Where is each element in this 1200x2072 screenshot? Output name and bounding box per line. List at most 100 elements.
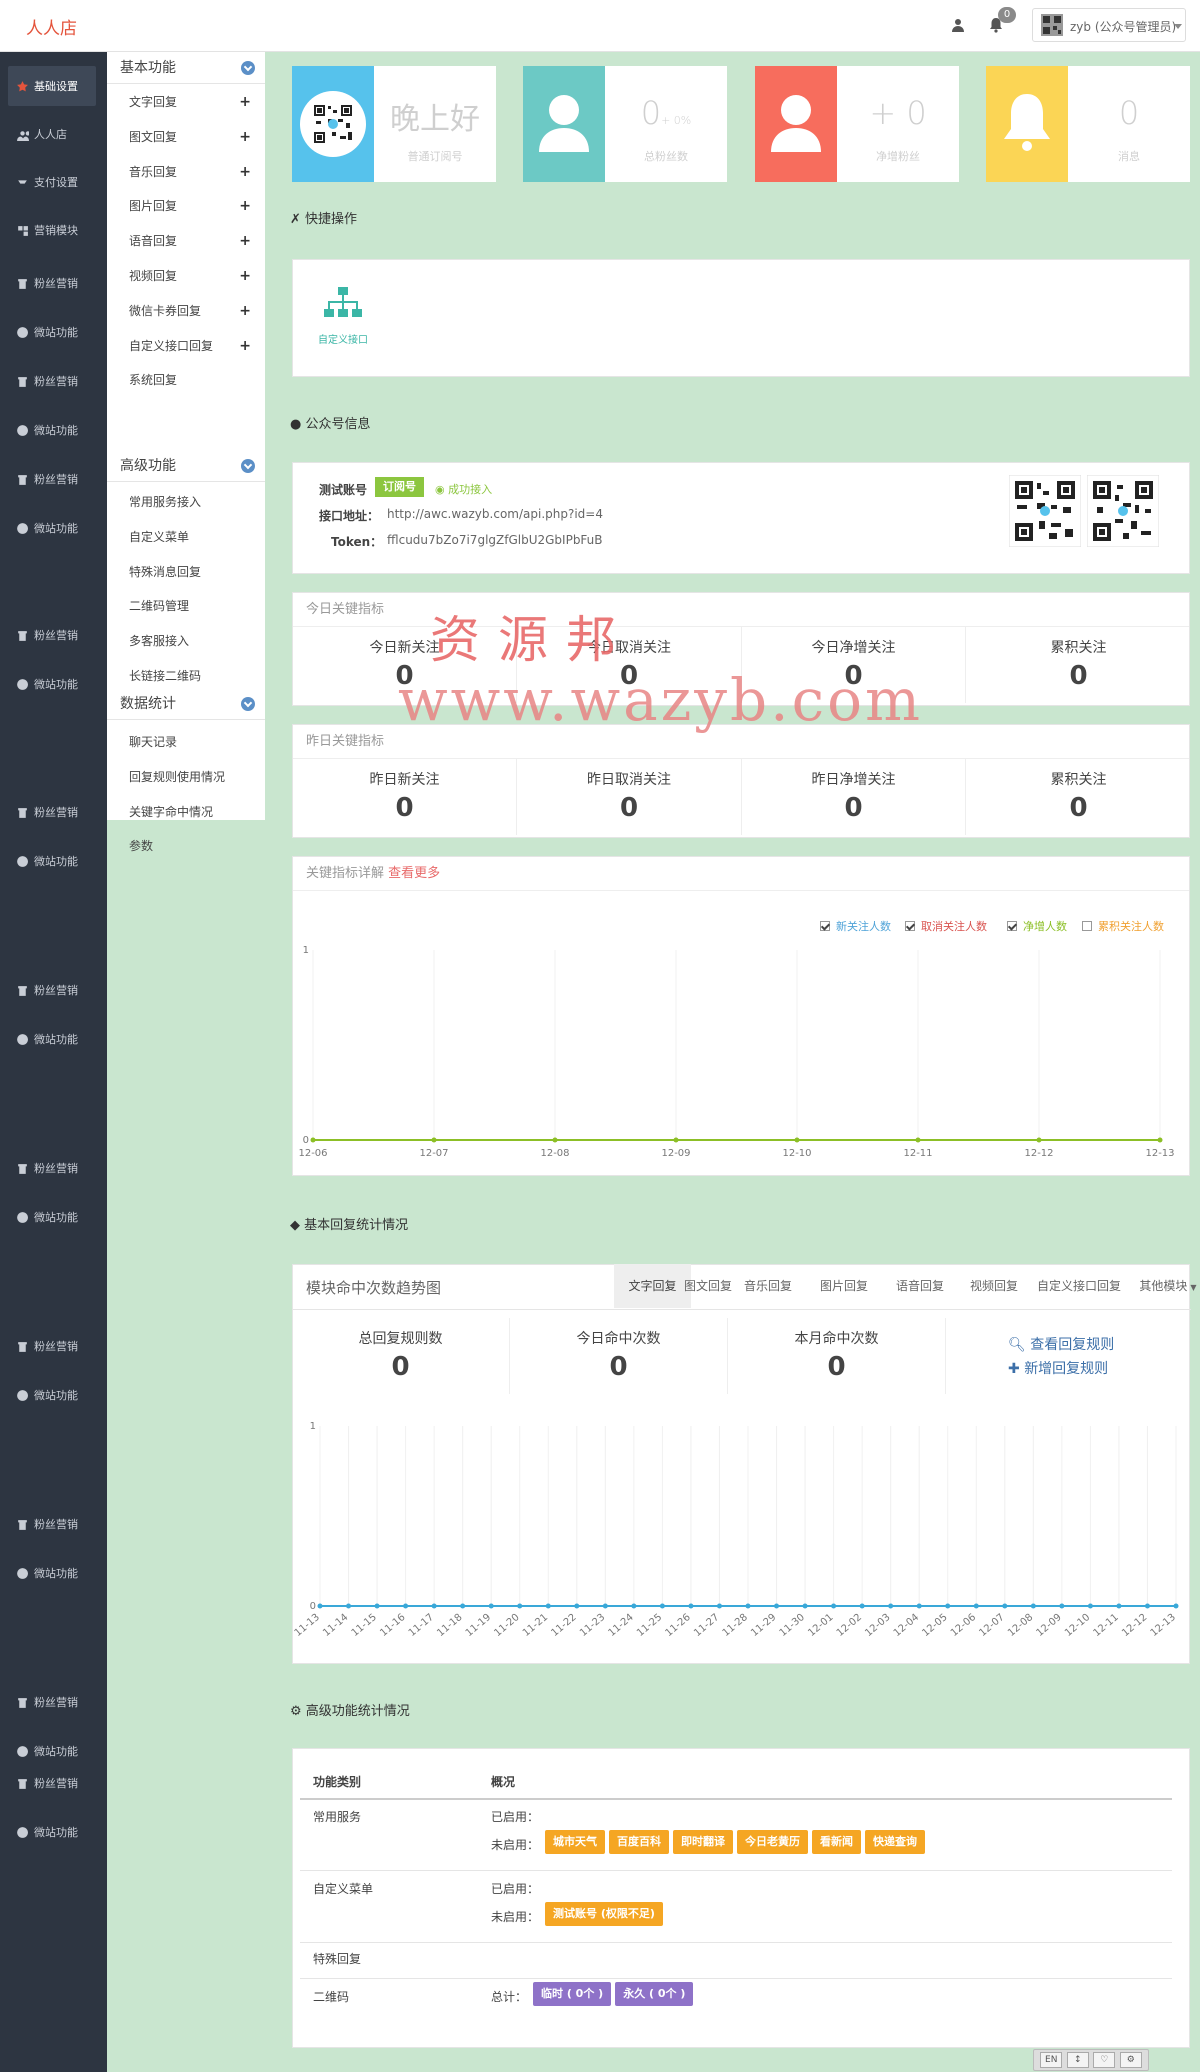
sidebar-item-15[interactable]: 微站功能 (8, 1019, 96, 1059)
sidebar-item-11[interactable]: 微站功能 (8, 664, 96, 704)
plus-icon[interactable]: + (239, 336, 251, 356)
sidebar-item-16[interactable]: 粉丝营销 (8, 1148, 96, 1188)
legend-item[interactable]: 净增人数 (1007, 918, 1067, 934)
sidebar-item-8[interactable]: 粉丝营销 (8, 459, 96, 499)
service-tag[interactable]: 城市天气 (545, 1830, 605, 1854)
sidebar-item-14[interactable]: 粉丝营销 (8, 970, 96, 1010)
sidebar-item-0[interactable]: 基础设置 (8, 66, 96, 106)
data-point (1087, 1603, 1093, 1609)
sidebar-item-6[interactable]: 粉丝营销 (8, 361, 96, 401)
sidebar-item-13[interactable]: 微站功能 (8, 841, 96, 881)
reply-tab[interactable]: 图片回复 (813, 1264, 875, 1308)
plus-icon[interactable]: + (239, 231, 251, 251)
sidebar-item-10[interactable]: 粉丝营销 (8, 615, 96, 655)
submenu-item[interactable]: 自定义菜单 (129, 527, 259, 547)
plus-icon[interactable]: + (239, 162, 251, 182)
submenu-item[interactable]: 文字回复 + (129, 92, 259, 112)
legend-checkbox[interactable] (820, 921, 830, 931)
plus-icon[interactable]: + (239, 301, 251, 321)
service-tag[interactable]: 测试账号 (权限不足) (545, 1902, 663, 1926)
submenu-item[interactable]: 微信卡券回复 + (129, 301, 259, 321)
kpi-value: 0 (1069, 661, 1088, 691)
sidebar-item-25[interactable]: 微站功能 (8, 1812, 96, 1852)
plus-icon[interactable]: + (239, 127, 251, 147)
qr-code-icon[interactable] (1087, 475, 1159, 547)
plus-icon[interactable]: + (239, 92, 251, 112)
sidebar-item-7[interactable]: 微站功能 (8, 410, 96, 450)
sidebar-item-18[interactable]: 粉丝营销 (8, 1326, 96, 1366)
plus-icon[interactable]: + (239, 196, 251, 216)
sidebar-item-9[interactable]: 微站功能 (8, 508, 96, 548)
legend-checkbox[interactable] (1007, 921, 1017, 931)
view-more-link[interactable]: 查看更多 (388, 866, 440, 881)
qr-count-tag[interactable]: 永久 ( 0个 ) (615, 1982, 694, 2006)
submenu-item[interactable]: 回复规则使用情况 (129, 767, 259, 787)
submenu-item[interactable]: 聊天记录 (129, 732, 259, 752)
sidebar-item-4[interactable]: 粉丝营销 (8, 263, 96, 303)
submenu-group-1[interactable]: 高级功能 (107, 450, 265, 482)
sidebar-item-1[interactable]: 人人店 (8, 114, 96, 154)
submenu-group-2[interactable]: 数据统计 (107, 688, 265, 720)
submenu-item[interactable]: 自定义接口回复 + (129, 336, 259, 356)
sidebar-item-21[interactable]: 微站功能 (8, 1553, 96, 1593)
legend-item[interactable]: 取消关注人数 (905, 918, 987, 934)
x-tick-label: 11-22 (549, 1612, 578, 1639)
reply-tab[interactable]: 图文回复 (677, 1264, 739, 1308)
submenu-item[interactable]: 多客服接入 (129, 631, 259, 651)
net-fans-card: + 0 净增粉丝 (755, 66, 959, 182)
reply-tab[interactable]: 音乐回复 (737, 1264, 799, 1308)
custom-api-shortcut[interactable]: 自定义接口 (313, 286, 373, 346)
reply-tab[interactable]: 其他模块 ▼ (1132, 1264, 1200, 1308)
service-tag[interactable]: 快递查询 (865, 1830, 925, 1854)
sidebar-item-3[interactable]: 营销模块 (8, 210, 96, 250)
language-button[interactable]: EN (1040, 2052, 1063, 2068)
submenu-item[interactable]: 音乐回复 + (129, 162, 259, 182)
submenu-item[interactable]: 视频回复 + (129, 266, 259, 286)
data-point (431, 1603, 437, 1609)
sidebar-item-12[interactable]: 粉丝营销 (8, 792, 96, 832)
gift-icon (18, 278, 27, 289)
sidebar-item-5[interactable]: 微站功能 (8, 312, 96, 352)
plus-icon[interactable]: + (239, 266, 251, 286)
legend-item[interactable]: 新关注人数 (820, 918, 891, 934)
legend-item[interactable]: 累积关注人数 (1082, 918, 1164, 934)
add-rule-link[interactable]: ✚ 新增回复规则 (1008, 1358, 1108, 1378)
service-tag[interactable]: 百度百科 (609, 1830, 669, 1854)
reply-tab[interactable]: 语音回复 (889, 1264, 951, 1308)
reply-tab[interactable]: 自定义接口回复 (1035, 1264, 1123, 1308)
settings-button[interactable]: ⚙ (1119, 2052, 1142, 2068)
submenu-item[interactable]: 二维码管理 (129, 596, 259, 616)
favorite-button[interactable]: ♡ (1093, 2052, 1116, 2068)
reply-tab[interactable]: 视频回复 (963, 1264, 1025, 1308)
submenu-item[interactable]: 系统回复 (129, 370, 259, 390)
sidebar-item-22[interactable]: 粉丝营销 (8, 1682, 96, 1722)
submenu-group-0[interactable]: 基本功能 (107, 52, 265, 84)
sidebar-item-17[interactable]: 微站功能 (8, 1197, 96, 1237)
service-tag[interactable]: 今日老黄历 (737, 1830, 808, 1854)
sidebar-item-24[interactable]: 粉丝营销 (8, 1763, 96, 1803)
submenu-item[interactable]: 长链接二维码 (129, 666, 259, 686)
api-url[interactable]: http://awc.wazyb.com/api.php?id=4 (387, 507, 603, 521)
service-tag[interactable]: 看新闻 (812, 1830, 861, 1854)
brand-logo[interactable]: 人人店 (26, 14, 77, 39)
legend-checkbox[interactable] (1082, 921, 1092, 931)
sidebar-item-label: 微站功能 (34, 1033, 78, 1046)
qr-count-tag[interactable]: 临时 ( 0个 ) (533, 1982, 612, 2006)
submenu-item[interactable]: 关键字命中情况 (129, 802, 259, 822)
sidebar-item-2[interactable]: 支付设置 (8, 162, 96, 202)
submenu-item[interactable]: 图文回复 + (129, 127, 259, 147)
service-tag[interactable]: 即时翻译 (673, 1830, 733, 1854)
submenu-item[interactable]: 常用服务接入 (129, 492, 259, 512)
submenu-item[interactable]: 特殊消息回复 (129, 562, 259, 582)
qr-code-icon[interactable] (1009, 475, 1081, 547)
submenu-item[interactable]: 语音回复 + (129, 231, 259, 251)
resize-button[interactable]: ↕ (1066, 2052, 1089, 2068)
submenu-item[interactable]: 参数 (129, 836, 259, 856)
sidebar-item-19[interactable]: 微站功能 (8, 1375, 96, 1415)
kpi-value: 0 (619, 793, 639, 823)
reply-tab-label: 图片回复 (819, 1279, 868, 1293)
submenu-item[interactable]: 图片回复 + (129, 196, 259, 216)
sidebar-item-20[interactable]: 粉丝营销 (8, 1504, 96, 1544)
legend-checkbox[interactable] (905, 921, 915, 931)
view-rules-link[interactable]: 🔍︎ 查看回复规则 (1008, 1334, 1114, 1354)
